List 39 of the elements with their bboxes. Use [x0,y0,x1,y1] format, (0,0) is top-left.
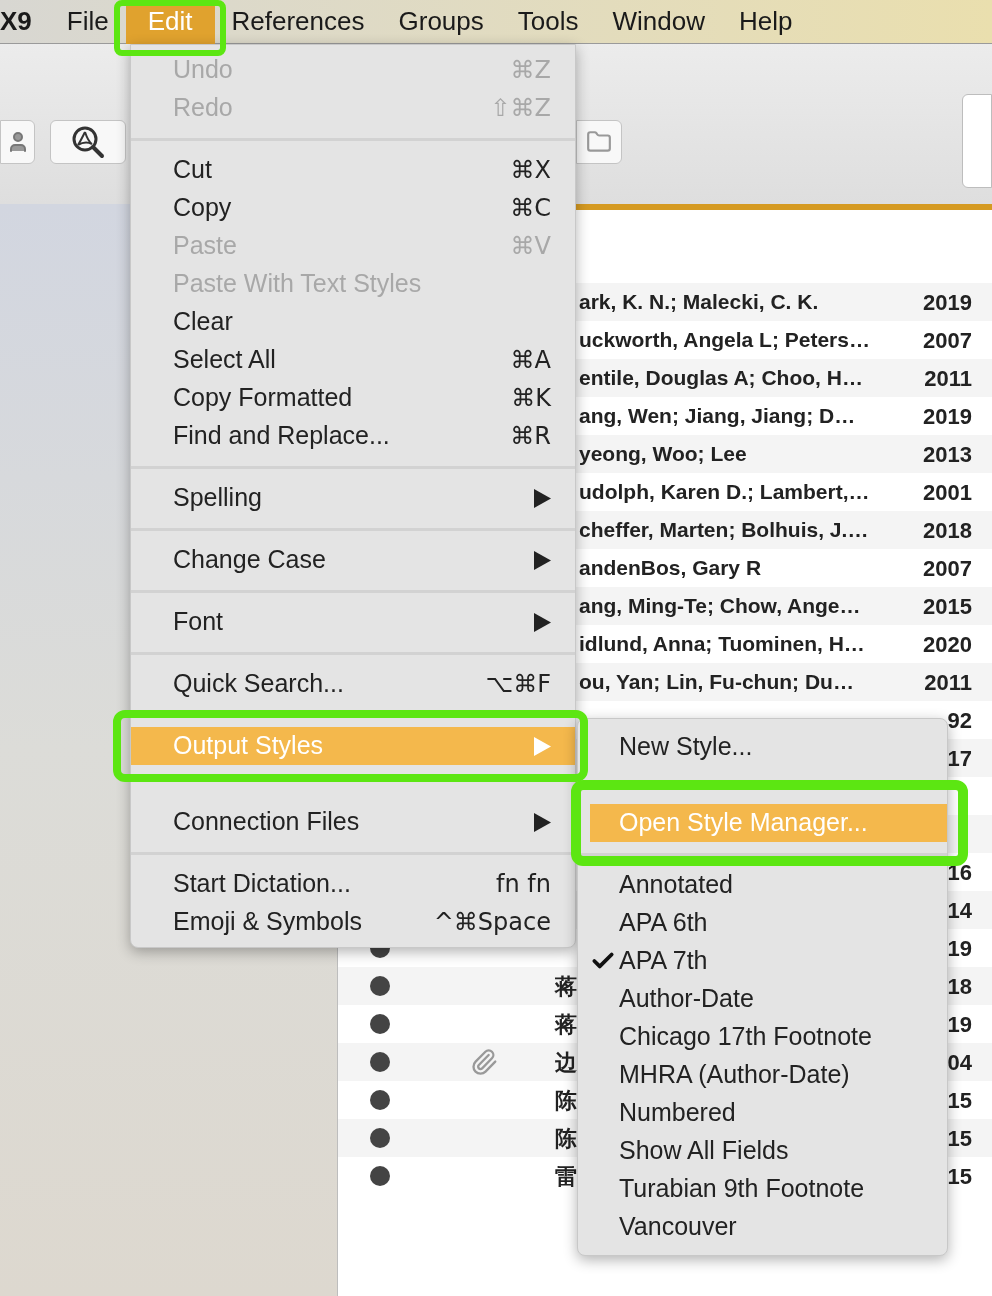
table-cell: 19 [947,935,972,961]
table-cell: 15 [947,1125,972,1151]
table-cell: 2011 [924,365,972,391]
table-cell: 04 [947,1049,972,1075]
table-cell: 15 [947,1163,972,1189]
table-cell: 陈 [555,1125,577,1151]
table-cell: ang, Ming-Te; Chow, Ange… [579,594,861,618]
table-cell: 2007 [923,327,972,353]
table-cell: 2019 [923,403,972,429]
table-cell: 92 [947,707,972,733]
table-cell: 2020 [923,631,972,657]
table-cell: 2001 [923,479,972,505]
table-cell: 2019 [923,289,972,315]
table-cell: cheffer, Marten; Bolhuis, J.… [579,518,869,542]
table-cell: ou, Yan; Lin, Fu-chun; Du… [579,670,854,694]
table-cell: 边 [555,1049,577,1075]
table-cell: 2015 [923,593,972,619]
table-cell: 蒋 [555,1011,577,1037]
table-cell: ark, K. N.; Malecki, C. K. [579,290,819,314]
table-cell: 18 [947,973,972,999]
table-cell: 16 [947,859,972,885]
table-cell: uckworth, Angela L; Peters… [579,328,870,352]
table-cell: 蒋 [555,973,577,999]
table-cell: 14 [947,897,972,923]
table-cell: 雷 [555,1163,577,1189]
table-cell: 2011 [924,669,972,695]
table-cell: 17 [947,745,972,771]
table-cell: entile, Douglas A; Choo, H… [579,366,863,390]
table-cell: 陈 [555,1087,577,1113]
table-cell: 15 [947,1087,972,1113]
table-cell: 2013 [923,441,972,467]
table-cell: 19 [947,1011,972,1037]
table-cell: idlund, Anna; Tuominen, H… [579,632,865,656]
table-cell: andenBos, Gary R [579,556,762,580]
table-cell: 2007 [923,555,972,581]
table-cell: yeong, Woo; Lee [579,442,747,466]
table-cell: ang, Wen; Jiang, Jiang; D… [579,404,856,428]
table-cell: udolph, Karen D.; Lambert,… [579,480,870,504]
table-cell: 2018 [923,517,972,543]
